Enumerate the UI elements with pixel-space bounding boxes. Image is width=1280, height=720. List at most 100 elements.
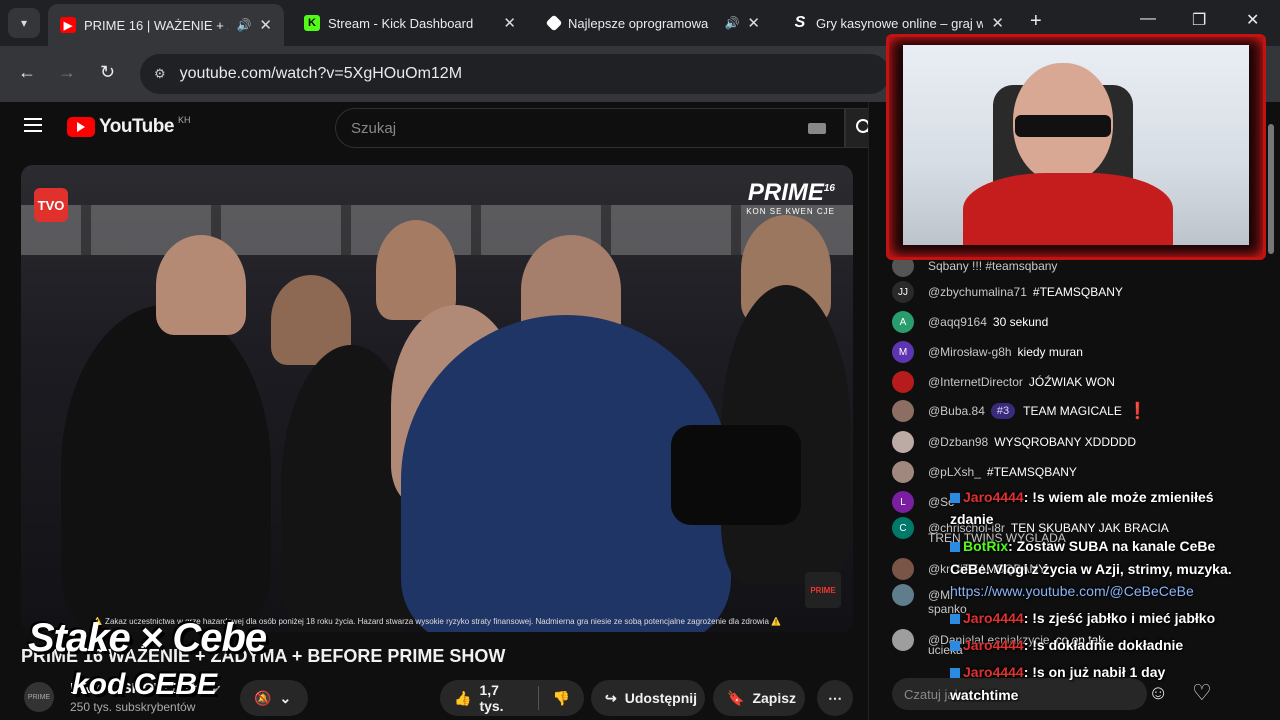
chat-avatar[interactable] [892, 371, 914, 393]
menu-icon[interactable] [24, 118, 42, 132]
chat-author[interactable]: @InternetDirector [928, 375, 1023, 389]
share-icon: ↪ [605, 689, 617, 706]
chat-text: #TEAMSQBANY [1032, 285, 1123, 299]
kick-link[interactable]: https://www.youtube.com/@CeBeCeBe [950, 583, 1194, 599]
webcam-feed [903, 45, 1249, 245]
chat-text: #TEAMSQBANY [986, 465, 1077, 479]
reload-icon[interactable]: ↻ [100, 62, 115, 83]
chat-text: JÓŹWIAK WON [1028, 375, 1115, 389]
new-tab-button[interactable]: + [1030, 10, 1042, 33]
member-badge: #3 [990, 403, 1016, 419]
kick-chat-line: Jaro4444: !s zjeść jabłko i mieć jabłko [950, 610, 1215, 626]
heart-icon[interactable]: ♡ [1192, 680, 1212, 706]
tab-title: Najlepsze oprogramowa [568, 15, 709, 31]
thumbs-down-icon[interactable]: 👎 [553, 690, 570, 707]
speaker-icon[interactable]: 🔊 [236, 18, 251, 32]
kick-badge-icon [950, 493, 960, 504]
chat-avatar[interactable]: JJ [892, 281, 914, 303]
shirt-shape [963, 173, 1173, 245]
camera-shape [671, 425, 801, 525]
chat-message: JJ @zbychumalina71 #TEAMSQBANY [892, 281, 1123, 303]
chat-author[interactable]: @aqq9164 [928, 315, 987, 329]
scrollbar-thumb[interactable] [1268, 124, 1274, 254]
subscriber-count: 250 tys. subskrybentów [70, 700, 196, 714]
close-tab-icon[interactable]: ✕ [747, 14, 760, 32]
chat-avatar[interactable]: C [892, 517, 914, 539]
thumbs-up-icon[interactable]: 👍 [454, 690, 471, 707]
youtube-icon: ▶ [60, 17, 76, 33]
omnibox[interactable]: ⚙ youtube.com/watch?v=5XgHOuOm12M [140, 54, 890, 94]
chat-avatar[interactable] [892, 400, 914, 422]
chat-avatar[interactable] [892, 584, 914, 606]
tab-software[interactable]: Najlepsze oprogramowa 🔊 ✕ [536, 4, 772, 42]
screen: ▾ ▶ PRIME 16 | WAŻENIE + Z 🔊 ✕ K Stream … [0, 0, 1280, 720]
chat-author[interactable]: @pLXsh_ [928, 465, 981, 479]
speaker-icon[interactable]: 🔊 [724, 16, 739, 30]
kick-message: : !s zjeść jabłko i mieć jabłko [1023, 610, 1216, 626]
chevron-down-icon: ⌄ [279, 689, 292, 706]
prime-logo-text: PRIME [747, 179, 824, 206]
emoji-icon[interactable]: ☺ [1148, 682, 1168, 705]
bookmark-icon: 🔖 [727, 689, 745, 706]
chat-author[interactable]: Sqbany !!! #teamsqbany [928, 259, 1057, 273]
chat-avatar[interactable]: L [892, 491, 914, 513]
url-text[interactable]: youtube.com/watch?v=5XgHOuOm12M [180, 65, 462, 83]
chat-author[interactable]: @Mirosław-g8h [928, 345, 1012, 359]
youtube-header: YouTube KH Szukaj [0, 102, 885, 154]
chat-author[interactable]: @Dzban98 [928, 435, 988, 449]
kick-username: BotRix [963, 538, 1009, 554]
kick-message: : Zostaw SUBA na kanale CeBe [1008, 538, 1216, 554]
chat-author[interactable]: @Buba.84 [928, 404, 985, 418]
chat-scrollbar[interactable] [1266, 104, 1276, 664]
chat-input[interactable]: Czatuj jako ... [892, 678, 1147, 710]
chat-avatar[interactable] [892, 431, 914, 453]
stake-overlay-text: Stake × Cebe [28, 616, 267, 660]
window-close-icon[interactable]: ✕ [1246, 10, 1259, 30]
minimize-icon[interactable]: — [1140, 10, 1156, 28]
close-tab-icon[interactable]: ✕ [259, 16, 272, 34]
site-info-icon[interactable]: ⚙ [154, 66, 166, 82]
tab-kick-dashboard[interactable]: K Stream - Kick Dashboard ✕ [292, 4, 528, 42]
forward-icon[interactable]: → [58, 62, 76, 83]
search-input[interactable]: Szukaj [335, 108, 845, 148]
chat-text: TEAM MAGICALE [1023, 404, 1122, 418]
chat-author[interactable]: @zbychumalina71 [928, 285, 1027, 299]
tab-title: PRIME 16 | WAŻENIE + Z [84, 17, 229, 33]
channel-avatar[interactable]: PRIME [24, 682, 54, 712]
chat-text: kiedy muran [1017, 345, 1083, 359]
share-button[interactable]: ↪ Udostępnij [591, 680, 705, 716]
chat-avatar[interactable] [892, 629, 914, 651]
chat-avatar[interactable]: A [892, 311, 914, 333]
kick-badge-icon [950, 542, 960, 553]
youtube-play-icon [67, 117, 95, 137]
promo-code-overlay: kod CEBE [72, 668, 218, 701]
chat-avatar[interactable] [892, 558, 914, 580]
notifications-button[interactable]: 🔕 ⌄ [240, 680, 308, 716]
close-tab-icon[interactable]: ✕ [503, 14, 516, 32]
video-player[interactable]: TVO PRIME16 KON SE KWEN CJE PRIME ⚠️ Zak… [21, 165, 853, 632]
back-icon[interactable]: ← [18, 62, 36, 83]
like-count[interactable]: 1,7 tys. [479, 682, 523, 714]
person-shape [156, 235, 246, 335]
maximize-icon[interactable]: ❐ [1192, 10, 1206, 30]
kick-badge-icon [950, 668, 960, 679]
close-tab-icon[interactable]: ✕ [991, 14, 1004, 32]
kick-icon: K [304, 15, 320, 31]
kick-badge-icon [950, 641, 960, 652]
keyboard-icon[interactable] [808, 123, 826, 134]
sunglasses-shape [1015, 115, 1111, 137]
kick-message-continued: zdanie [950, 511, 994, 527]
chevron-down-icon: ▾ [20, 16, 28, 30]
chat-author[interactable]: @kr [928, 562, 950, 576]
more-actions-button[interactable]: ⋯ [817, 680, 853, 716]
kick-chat-line: BotRix: Zostaw SUBA na kanale CeBe [950, 538, 1215, 554]
chat-avatar[interactable] [892, 461, 914, 483]
tab-search-button[interactable]: ▾ [8, 8, 40, 38]
chat-avatar[interactable]: M [892, 341, 914, 363]
tab-youtube[interactable]: ▶ PRIME 16 | WAŻENIE + Z 🔊 ✕ [48, 4, 284, 46]
person-shape [61, 305, 271, 632]
save-button[interactable]: 🔖 Zapisz [713, 680, 805, 716]
youtube-logo[interactable]: YouTube KH [67, 115, 190, 138]
more-icon: ⋯ [828, 689, 842, 706]
kick-username: Jaro4444 [963, 489, 1024, 505]
